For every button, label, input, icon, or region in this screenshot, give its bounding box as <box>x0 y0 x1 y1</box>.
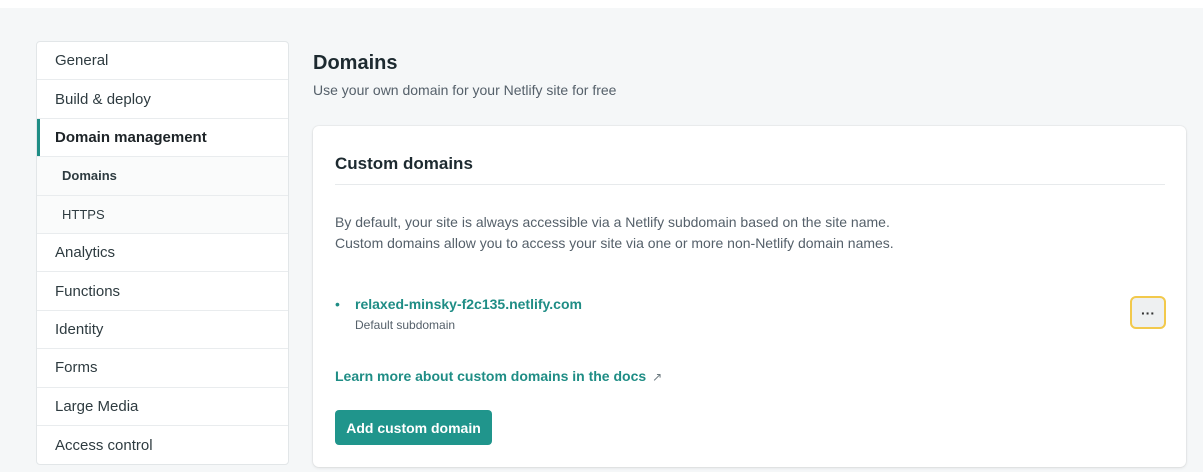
domain-options-button[interactable]: ··· <box>1130 296 1166 329</box>
sidebar-item-forms[interactable]: Forms <box>37 349 288 388</box>
bullet-icon: • <box>335 296 340 312</box>
description-line: Custom domains allow you to access your … <box>335 235 894 251</box>
page-title: Domains <box>313 52 398 74</box>
card-title: Custom domains <box>335 154 473 173</box>
sidebar-item-label: HTTPS <box>62 206 105 222</box>
sidebar-item-label: Build & deploy <box>55 90 151 108</box>
sidebar-item-large-media[interactable]: Large Media <box>37 388 288 426</box>
sidebar-subitem-domains[interactable]: Domains <box>37 157 288 196</box>
sidebar-item-label: Identity <box>55 320 104 338</box>
sidebar-item-analytics[interactable]: Analytics <box>37 234 288 273</box>
sidebar-item-build-deploy[interactable]: Build & deploy <box>37 80 288 119</box>
custom-domains-card: Custom domains By default, your site is … <box>313 126 1186 467</box>
card-description: By default, your site is always accessib… <box>335 212 1155 254</box>
card-divider <box>335 184 1165 185</box>
sidebar-item-identity[interactable]: Identity <box>37 311 288 350</box>
sidebar-item-label: Analytics <box>55 244 116 262</box>
description-line: By default, your site is always accessib… <box>335 214 890 230</box>
domain-link[interactable]: relaxed-minsky-f2c135.netlify.com <box>355 296 582 312</box>
sidebar-item-access-control[interactable]: Access control <box>37 426 288 464</box>
sidebar-item-general[interactable]: General <box>37 42 288 81</box>
docs-link[interactable]: Learn more about custom domains in the d… <box>335 368 662 384</box>
add-custom-domain-button[interactable]: Add custom domain <box>335 410 492 445</box>
sidebar-item-label: Access control <box>55 436 153 454</box>
sidebar-item-label: Functions <box>55 282 121 300</box>
more-options-icon: ··· <box>1141 304 1155 321</box>
sidebar-item-functions[interactable]: Functions <box>37 272 288 311</box>
external-link-icon: ↗ <box>652 370 663 384</box>
sidebar-item-label: General <box>55 52 109 70</box>
sidebar-item-label: Domain management <box>55 128 207 146</box>
page-subtitle: Use your own domain for your Netlify sit… <box>313 82 617 98</box>
sidebar-item-label: Forms <box>55 359 98 377</box>
sidebar-item-label: Large Media <box>55 397 139 415</box>
settings-sidebar: General Build & deploy Domain management… <box>36 41 289 465</box>
sidebar-subitem-https[interactable]: HTTPS <box>37 195 288 234</box>
sidebar-item-label: Domains <box>62 168 117 184</box>
docs-link-label: Learn more about custom domains in the d… <box>335 368 647 384</box>
domain-sublabel: Default subdomain <box>355 318 456 332</box>
top-band <box>0 0 1203 8</box>
sidebar-item-domain-management[interactable]: Domain management <box>37 119 288 158</box>
